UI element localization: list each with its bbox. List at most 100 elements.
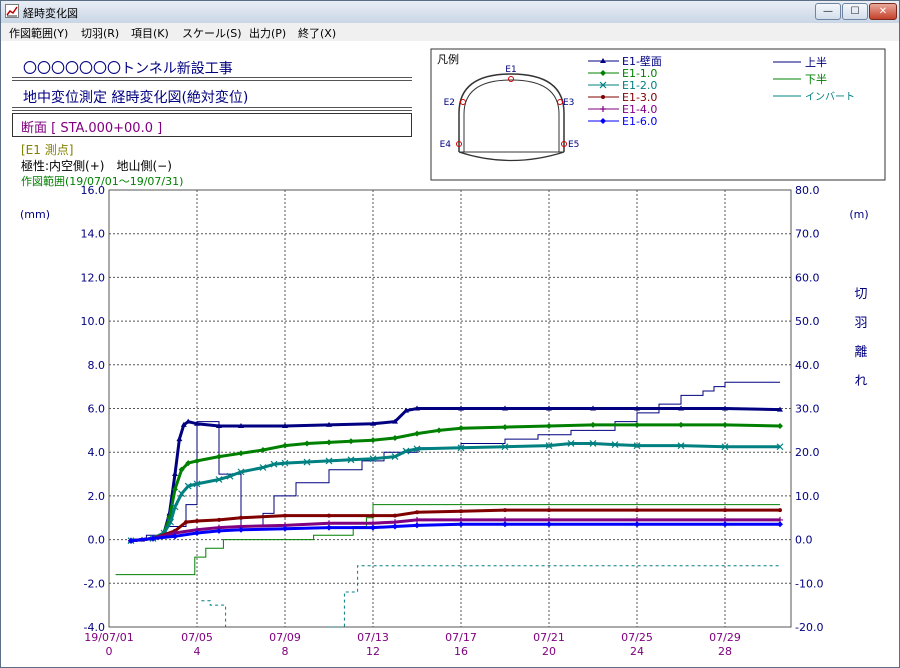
minimize-button[interactable]: —: [815, 3, 841, 20]
x-tick-date: 07/25: [621, 631, 653, 644]
data-point: [546, 521, 552, 528]
menu-bar: 作図範囲(Y) 切羽(R) 項目(K) スケール(S) 出力(P) 終了(X): [1, 23, 899, 42]
x-tick-date: 07/13: [357, 631, 389, 644]
x-tick-date: 07/05: [181, 631, 213, 644]
x-tick-day: 8: [282, 645, 289, 658]
menu-face[interactable]: 切羽(R): [81, 25, 119, 41]
data-point: [172, 471, 178, 477]
chart-app-icon: [5, 4, 19, 18]
legend-point-label: E2: [444, 98, 455, 108]
x-tick-day: 0: [106, 645, 113, 658]
data-point: [458, 521, 464, 528]
data-point: [777, 521, 783, 528]
data-point: [216, 453, 222, 460]
x-tick-day: 12: [366, 645, 380, 658]
data-point: [327, 513, 331, 518]
title-bar[interactable]: 経時変化図 — ☐ ✕: [1, 1, 899, 24]
data-point: [590, 421, 596, 428]
menu-items[interactable]: 項目(K): [131, 25, 169, 41]
data-point: [459, 509, 463, 514]
data-point: [283, 513, 287, 518]
legend-series-label: E1-6.0: [622, 115, 657, 128]
y-tick-label: 12.0: [81, 271, 106, 284]
y-axis-label: (mm): [20, 208, 50, 221]
legend-face-label: インバート: [805, 91, 855, 103]
data-point: [436, 427, 442, 434]
menu-scale[interactable]: スケール(S): [182, 25, 242, 41]
data-point: [326, 524, 332, 531]
data-point: [414, 516, 420, 523]
y2-tick-label: 0.0: [795, 534, 813, 547]
face-distance-line-下半: [115, 504, 780, 576]
face-distance-line-上半: [131, 381, 780, 541]
displacement-chart: 16.0 80.014.0 70.012.0 60.010.0 50.08.0 40.06…: [20, 48, 886, 658]
data-point: [502, 424, 508, 431]
data-point: [414, 430, 420, 437]
y2-tick-label: 20.0: [795, 446, 820, 459]
legend-face-label: 下半: [805, 72, 827, 86]
data-point: [546, 422, 552, 429]
y-tick-label: 8.0: [88, 359, 106, 372]
x-tick-day: 20: [542, 645, 556, 658]
data-point: [778, 508, 782, 513]
y-tick-label: 6.0: [88, 403, 106, 416]
data-point: [239, 515, 243, 520]
data-point: [370, 524, 376, 531]
y-tick-label: 2.0: [88, 490, 106, 503]
data-point: [547, 508, 551, 513]
x-tick-day: 16: [454, 645, 468, 658]
y-tick-label: 14.0: [81, 228, 106, 241]
maximize-button[interactable]: ☐: [842, 3, 868, 20]
menu-exit[interactable]: 終了(X): [298, 25, 336, 41]
x-tick-day: 4: [194, 645, 201, 658]
legend-title: 凡例: [437, 52, 459, 66]
data-point: [722, 421, 728, 428]
y2-tick-label: 40.0: [795, 359, 820, 372]
data-point: [722, 521, 728, 528]
x-tick-day: 24: [630, 645, 644, 658]
y-tick-label: 10.0: [81, 315, 106, 328]
y2-axis-label-char: 離: [854, 345, 867, 360]
data-point: [282, 442, 288, 449]
face-distance-line-インバート: [326, 565, 780, 628]
x-tick-date: 19/07/01: [84, 631, 133, 644]
data-point: [348, 438, 354, 445]
legend-point-label: E1: [505, 65, 516, 75]
app-window: 経時変化図 — ☐ ✕ 作図範囲(Y) 切羽(R) 項目(K) スケール(S) …: [0, 0, 900, 668]
data-point: [634, 521, 640, 528]
data-point: [195, 519, 199, 524]
legend-point-label: E4: [440, 140, 452, 150]
y2-tick-label: 30.0: [795, 403, 820, 416]
y2-tick-label: 80.0: [795, 184, 820, 197]
y2-tick-label: -10.0: [795, 577, 823, 590]
y-tick-label: -2.0: [84, 577, 105, 590]
x-tick-day: 28: [718, 645, 732, 658]
menu-plot-range[interactable]: 作図範囲(Y): [9, 25, 68, 41]
x-tick-date: 07/21: [533, 631, 565, 644]
y2-tick-label: 10.0: [795, 490, 820, 503]
legend-face-label: 上半: [805, 55, 827, 69]
data-point: [371, 513, 375, 518]
y2-axis-label-char: 切: [854, 287, 867, 302]
data-point: [194, 457, 200, 464]
data-point: [392, 523, 398, 530]
data-point: [304, 440, 310, 447]
legend-point-label: E3: [563, 98, 574, 108]
y-tick-label: 4.0: [88, 446, 106, 459]
menu-output[interactable]: 出力(P): [249, 25, 286, 41]
data-point: [601, 95, 605, 99]
x-tick-date: 07/17: [445, 631, 477, 644]
data-point: [238, 450, 244, 457]
data-point: [392, 434, 398, 441]
y2-tick-label: 60.0: [795, 271, 820, 284]
y2-axis-label-char: れ: [854, 374, 867, 389]
close-button[interactable]: ✕: [869, 3, 897, 20]
y2-tick-label: 70.0: [795, 228, 820, 241]
x-tick-date: 07/29: [709, 631, 741, 644]
y-tick-label: 16.0: [81, 184, 106, 197]
data-point: [370, 437, 376, 444]
data-point: [634, 421, 640, 428]
window-title: 経時変化図: [23, 7, 78, 20]
data-point: [414, 522, 420, 529]
y2-axis-label-char: 羽: [854, 316, 867, 331]
